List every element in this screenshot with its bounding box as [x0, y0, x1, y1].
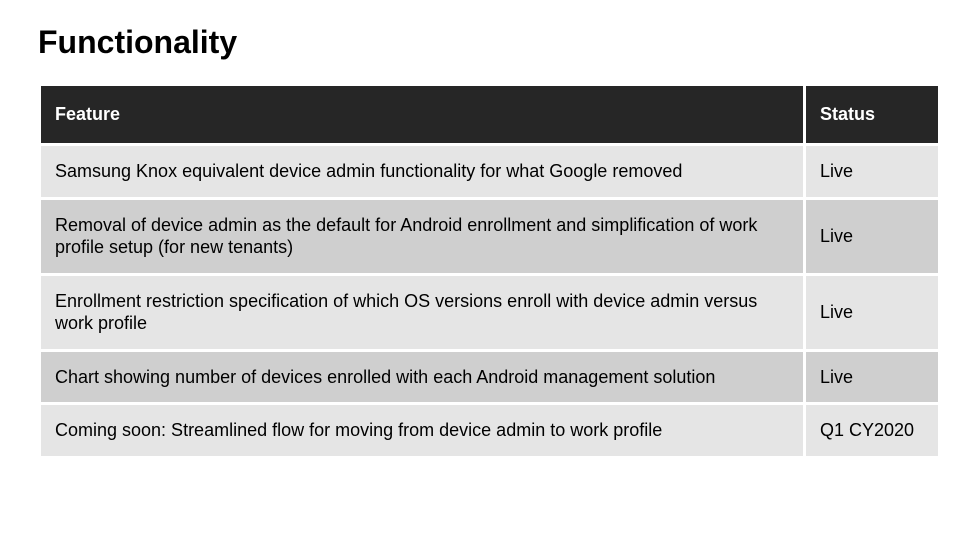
feature-cell: Chart showing number of devices enrolled…: [40, 350, 805, 404]
column-header-status: Status: [805, 85, 940, 145]
status-cell: Live: [805, 350, 940, 404]
status-cell: Q1 CY2020: [805, 404, 940, 458]
status-cell: Live: [805, 274, 940, 350]
feature-cell: Removal of device admin as the default f…: [40, 198, 805, 274]
page-title: Functionality: [38, 24, 922, 61]
feature-cell: Coming soon: Streamlined flow for moving…: [40, 404, 805, 458]
status-cell: Live: [805, 198, 940, 274]
functionality-table: Feature Status Samsung Knox equivalent d…: [38, 83, 941, 459]
table-row: Coming soon: Streamlined flow for moving…: [40, 404, 940, 458]
table-header-row: Feature Status: [40, 85, 940, 145]
column-header-feature: Feature: [40, 85, 805, 145]
feature-cell: Samsung Knox equivalent device admin fun…: [40, 145, 805, 199]
table-row: Enrollment restriction specification of …: [40, 274, 940, 350]
table-row: Samsung Knox equivalent device admin fun…: [40, 145, 940, 199]
status-cell: Live: [805, 145, 940, 199]
table-row: Removal of device admin as the default f…: [40, 198, 940, 274]
table-row: Chart showing number of devices enrolled…: [40, 350, 940, 404]
feature-cell: Enrollment restriction specification of …: [40, 274, 805, 350]
